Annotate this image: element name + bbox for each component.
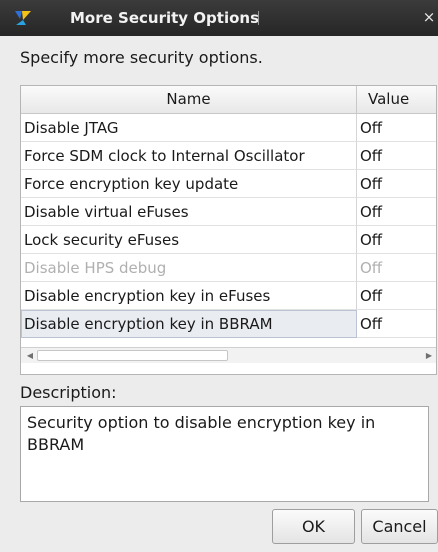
table-header: Name Value	[21, 86, 436, 114]
option-value-cell[interactable]: Off	[357, 114, 436, 142]
table-row: Disable HPS debug Off	[21, 254, 436, 282]
option-value-cell[interactable]: Off	[357, 282, 436, 310]
option-name-cell[interactable]: Disable encryption key in BBRAM	[21, 310, 357, 338]
scroll-left-icon[interactable]: ◀	[23, 349, 37, 363]
options-table: Name Value Disable JTAG Off Force SDM cloc…	[20, 85, 437, 375]
instruction-text: Specify more security options.	[20, 48, 263, 67]
option-value-cell[interactable]: Off	[357, 198, 436, 226]
option-name-cell: Disable HPS debug	[21, 254, 357, 282]
scrollbar-thumb[interactable]	[37, 350, 228, 361]
cancel-button[interactable]: Cancel	[361, 509, 438, 544]
option-name-cell[interactable]: Disable encryption key in eFuses	[21, 282, 357, 310]
option-value-cell[interactable]: Off	[357, 142, 436, 170]
table-row[interactable]: Disable virtual eFuses Off	[21, 198, 436, 226]
table-row[interactable]: Force encryption key update Off	[21, 170, 436, 198]
option-value-cell[interactable]: Off	[357, 226, 436, 254]
window-title: More Security Options	[70, 9, 259, 27]
scroll-right-icon[interactable]: ▶	[422, 349, 436, 363]
option-value-cell[interactable]: Off	[357, 170, 436, 198]
column-header-name[interactable]: Name	[21, 86, 357, 113]
option-value-cell[interactable]: Off	[357, 310, 436, 338]
option-name-cell[interactable]: Disable JTAG	[21, 114, 357, 142]
title-bar: More Security Options ×	[0, 0, 438, 36]
option-value-cell: Off	[357, 254, 436, 282]
description-text: Security option to disable encryption ke…	[20, 406, 429, 502]
option-name-cell[interactable]: Disable virtual eFuses	[21, 198, 357, 226]
description-label: Description:	[20, 383, 117, 402]
table-row[interactable]: Disable encryption key in eFuses Off	[21, 282, 436, 310]
horizontal-scrollbar[interactable]: ◀ ▶	[21, 347, 436, 363]
option-name-cell[interactable]: Force SDM clock to Internal Oscillator	[21, 142, 357, 170]
column-header-value[interactable]: Value	[357, 86, 436, 113]
table-body: Disable JTAG Off Force SDM clock to Intern…	[21, 114, 436, 338]
close-icon[interactable]: ×	[420, 6, 438, 28]
table-row[interactable]: Disable encryption key in BBRAM Off	[21, 310, 436, 338]
table-row[interactable]: Force SDM clock to Internal Oscillator Of…	[21, 142, 436, 170]
table-row[interactable]: Lock security eFuses Off	[21, 226, 436, 254]
option-name-cell[interactable]: Force encryption key update	[21, 170, 357, 198]
title-separator	[258, 11, 259, 25]
option-name-cell[interactable]: Lock security eFuses	[21, 226, 357, 254]
ok-button[interactable]: OK	[272, 509, 355, 544]
table-row[interactable]: Disable JTAG Off	[21, 114, 436, 142]
app-icon[interactable]	[14, 10, 32, 26]
